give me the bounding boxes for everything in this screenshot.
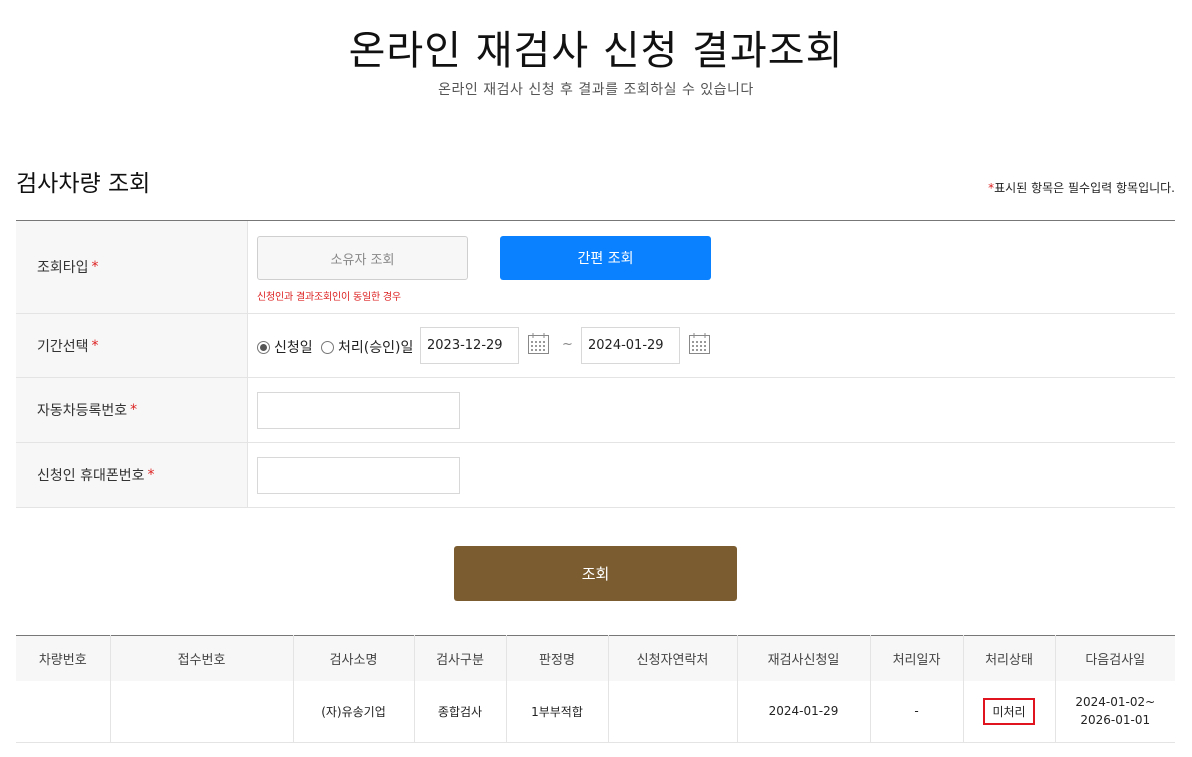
period-label: 기간선택 *: [16, 314, 248, 377]
query-type-content: 소유자 조회 간편 조회 신청인과 결과조회인이 동일한 경우: [248, 221, 1175, 313]
next-date-from: 2024-01-02~: [1075, 695, 1156, 710]
radio-process-label: 처리(승인)일: [338, 340, 414, 356]
section-title: 검사차량 조회: [16, 171, 151, 197]
calendar-icon[interactable]: [527, 332, 550, 355]
header-status: 처리상태: [963, 635, 1056, 681]
car-number-row: 자동차등록번호 *: [16, 378, 1175, 443]
cell-apply-date: 2024-01-29: [737, 680, 871, 743]
car-number-label-text: 자동차등록번호: [37, 403, 128, 419]
calendar-icon[interactable]: [688, 332, 711, 355]
required-star: *: [147, 467, 155, 483]
query-type-row: 조회타입 * 소유자 조회 간편 조회 신청인과 결과조회인이 동일한 경우: [16, 221, 1175, 314]
period-row: 기간선택 * 신청일 처리(승인)일 2023-12-29 ~ 2024-01-…: [16, 314, 1175, 378]
query-type-label: 조회타입 *: [16, 221, 248, 313]
cell-receipt-number: [110, 680, 294, 743]
cell-car-number: [16, 680, 111, 743]
cell-status: 미처리: [963, 680, 1056, 743]
radio-process-date[interactable]: 처리(승인)일: [321, 337, 413, 357]
phone-input[interactable]: [257, 457, 460, 494]
radio-apply-date[interactable]: 신청일: [257, 337, 313, 357]
required-star: *: [130, 402, 138, 418]
simple-query-button[interactable]: 간편 조회: [500, 236, 711, 280]
header-next-date: 다음검사일: [1055, 635, 1175, 681]
required-star: *: [91, 259, 99, 275]
header-receipt-number: 접수번호: [110, 635, 294, 681]
radio-unchecked-icon[interactable]: [321, 340, 334, 354]
header-process-date: 처리일자: [870, 635, 964, 681]
phone-label-text: 신청인 휴대폰번호: [37, 468, 145, 484]
phone-row: 신청인 휴대폰번호 *: [16, 443, 1175, 508]
query-type-hint: 신청인과 결과조회인이 동일한 경우: [257, 292, 401, 303]
cell-process-date: -: [870, 680, 964, 743]
table-header-row: 차량번호 접수번호 검사소명 검사구분 판정명 신청자연락처 재검사신청일 처리…: [16, 635, 1175, 681]
radio-checked-icon[interactable]: [257, 340, 270, 354]
results-table: 차량번호 접수번호 검사소명 검사구분 판정명 신청자연락처 재검사신청일 처리…: [16, 635, 1175, 743]
phone-content: [248, 443, 1175, 507]
cell-verdict: 1부부적합: [506, 680, 609, 743]
car-number-input[interactable]: [257, 392, 460, 429]
header-apply-date: 재검사신청일: [737, 635, 871, 681]
date-separator: ~: [562, 337, 573, 352]
cell-inspection-type: 종합검사: [414, 680, 507, 743]
car-number-content: [248, 378, 1175, 442]
header-verdict: 판정명: [506, 635, 609, 681]
header-car-number: 차량번호: [16, 635, 111, 681]
required-note: *표시된 항목은 필수입력 항목입니다.: [988, 179, 1175, 196]
header-station: 검사소명: [293, 635, 415, 681]
cell-contact: [608, 680, 738, 743]
query-type-label-text: 조회타입: [37, 260, 89, 276]
search-form: 조회타입 * 소유자 조회 간편 조회 신청인과 결과조회인이 동일한 경우 기…: [16, 220, 1175, 508]
page-title: 온라인 재검사 신청 결과조회: [348, 28, 844, 74]
cell-station: (자)유송기업: [293, 680, 415, 743]
cell-next-date: 2024-01-02~ 2026-01-01: [1055, 680, 1175, 743]
next-date-to: 2026-01-01: [1080, 713, 1151, 728]
header-contact: 신청자연락처: [608, 635, 738, 681]
required-note-text: 표시된 항목은 필수입력 항목입니다.: [994, 181, 1175, 195]
status-badge: 미처리: [983, 697, 1035, 725]
page-subtitle: 온라인 재검사 신청 후 결과를 조회하실 수 있습니다: [438, 82, 754, 98]
phone-label: 신청인 휴대폰번호 *: [16, 443, 248, 507]
end-date-input[interactable]: [581, 327, 680, 364]
period-content: 신청일 처리(승인)일 ~: [248, 314, 1175, 377]
required-star: *: [91, 337, 99, 354]
owner-query-button[interactable]: 소유자 조회: [257, 236, 468, 280]
period-label-text: 기간선택: [37, 338, 89, 355]
car-number-label: 자동차등록번호 *: [16, 378, 248, 442]
search-button[interactable]: 조회: [454, 546, 737, 601]
header-inspection-type: 검사구분: [414, 635, 507, 681]
start-date-input[interactable]: [420, 327, 519, 364]
radio-apply-label: 신청일: [274, 340, 313, 356]
table-row[interactable]: (자)유송기업 종합검사 1부부적합 2024-01-29 - 미처리 2024…: [16, 680, 1175, 743]
